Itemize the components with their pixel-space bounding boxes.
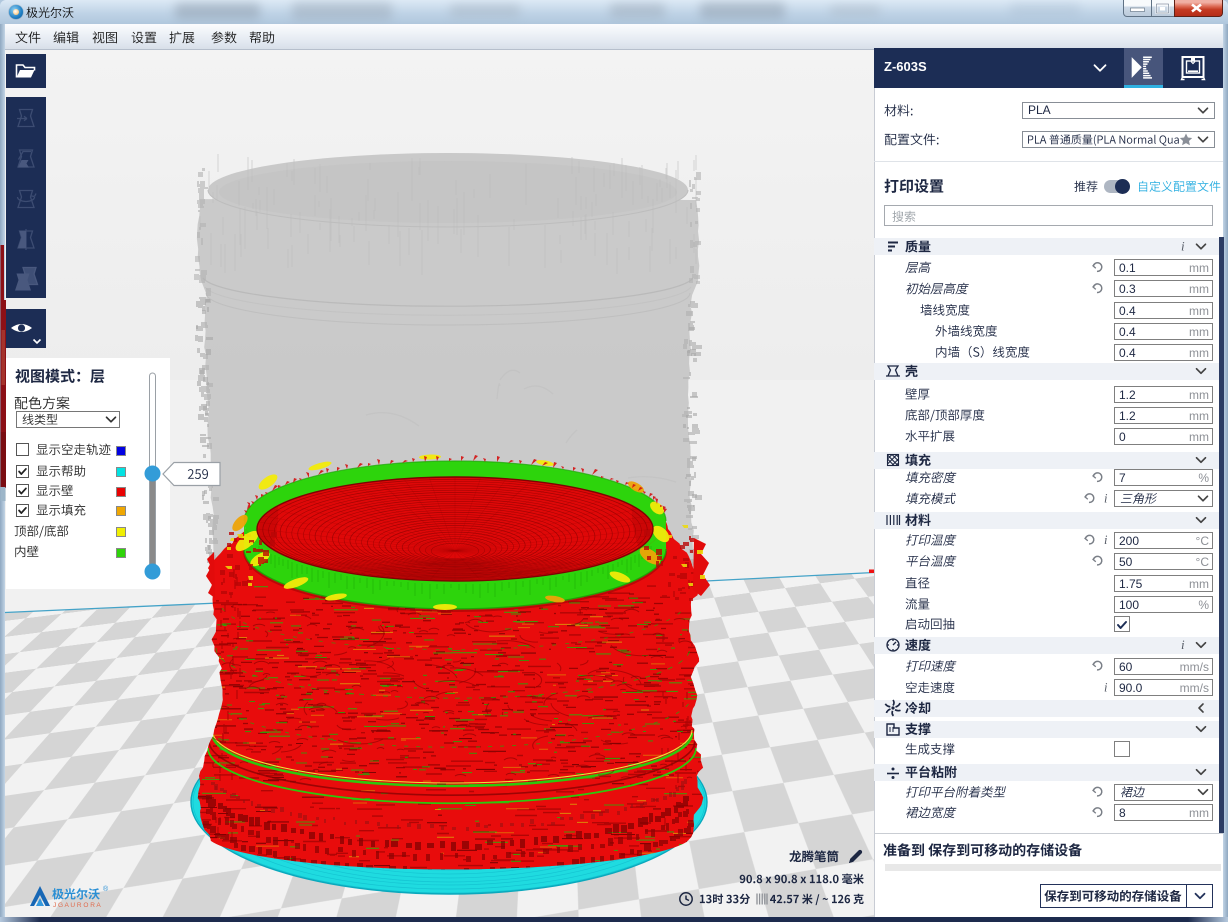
svg-text:i: i: [1181, 239, 1185, 254]
svg-text:i: i: [1104, 681, 1108, 695]
svg-text:i: i: [1104, 533, 1108, 547]
svg-text:i: i: [1104, 492, 1108, 506]
svg-text:i: i: [1181, 637, 1185, 652]
